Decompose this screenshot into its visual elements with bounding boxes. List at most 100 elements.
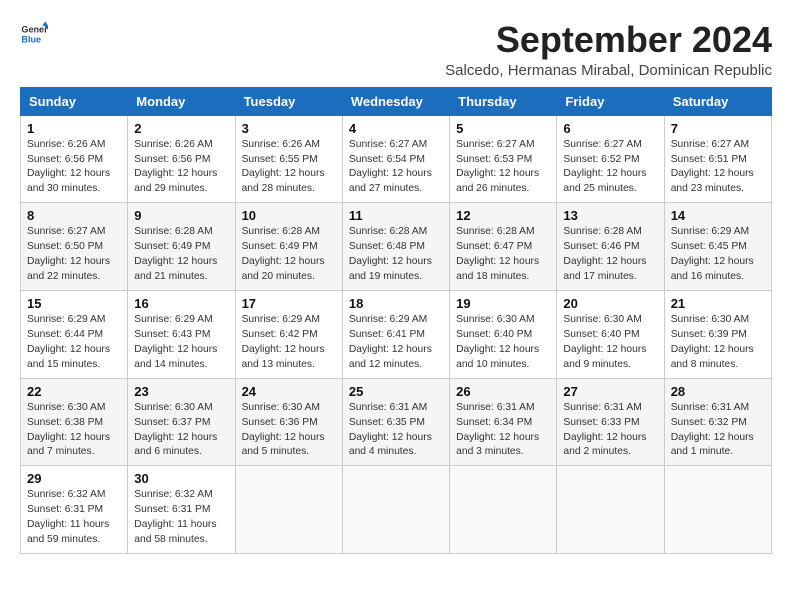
cell-info: Sunrise: 6:30 AM <box>563 313 657 328</box>
cell-info: Sunset: 6:56 PM <box>27 153 121 168</box>
cell-info: Sunset: 6:51 PM <box>671 153 765 168</box>
cell-info: Sunrise: 6:28 AM <box>242 225 336 240</box>
cell-info: Sunset: 6:41 PM <box>349 328 443 343</box>
cell-info: Daylight: 11 hours <box>134 518 228 533</box>
logo-icon: General Blue <box>20 20 48 48</box>
calendar-cell: 6Sunrise: 6:27 AMSunset: 6:52 PMDaylight… <box>557 115 664 203</box>
col-header-monday: Monday <box>128 87 235 115</box>
cell-info: and 28 minutes. <box>242 182 336 197</box>
cell-info: Daylight: 12 hours <box>27 343 121 358</box>
calendar-cell: 9Sunrise: 6:28 AMSunset: 6:49 PMDaylight… <box>128 203 235 291</box>
logo: General Blue <box>20 20 48 48</box>
cell-info: Sunrise: 6:26 AM <box>242 138 336 153</box>
cell-info: Sunset: 6:55 PM <box>242 153 336 168</box>
cell-info: Sunrise: 6:30 AM <box>456 313 550 328</box>
cell-info: Sunset: 6:54 PM <box>349 153 443 168</box>
cell-info: and 15 minutes. <box>27 358 121 373</box>
cell-info: Sunset: 6:45 PM <box>671 240 765 255</box>
day-number: 28 <box>671 384 765 399</box>
calendar-cell: 3Sunrise: 6:26 AMSunset: 6:55 PMDaylight… <box>235 115 342 203</box>
calendar-cell: 25Sunrise: 6:31 AMSunset: 6:35 PMDayligh… <box>342 378 449 466</box>
subtitle: Salcedo, Hermanas Mirabal, Dominican Rep… <box>445 62 772 79</box>
title-area: September 2024 Salcedo, Hermanas Mirabal… <box>445 20 772 79</box>
calendar-cell: 27Sunrise: 6:31 AMSunset: 6:33 PMDayligh… <box>557 378 664 466</box>
cell-info: Sunrise: 6:28 AM <box>456 225 550 240</box>
cell-info: Sunset: 6:44 PM <box>27 328 121 343</box>
col-header-thursday: Thursday <box>450 87 557 115</box>
calendar-cell: 22Sunrise: 6:30 AMSunset: 6:38 PMDayligh… <box>21 378 128 466</box>
cell-info: Sunrise: 6:27 AM <box>563 138 657 153</box>
calendar-cell: 17Sunrise: 6:29 AMSunset: 6:42 PMDayligh… <box>235 290 342 378</box>
day-number: 7 <box>671 121 765 136</box>
cell-info: Sunrise: 6:27 AM <box>456 138 550 153</box>
cell-info: and 29 minutes. <box>134 182 228 197</box>
calendar-cell: 28 Sunrise: 6:31 AMSunset: 6:32 PMDayligh… <box>664 378 771 466</box>
calendar-cell <box>450 466 557 554</box>
day-number: 3 <box>242 121 336 136</box>
calendar-cell: 15Sunrise: 6:29 AMSunset: 6:44 PMDayligh… <box>21 290 128 378</box>
day-number: 13 <box>563 208 657 223</box>
day-number: 29 <box>27 471 121 486</box>
cell-info: Sunset: 6:36 PM <box>242 416 336 431</box>
calendar-table: SundayMondayTuesdayWednesdayThursdayFrid… <box>20 87 772 554</box>
calendar-cell: 29Sunrise: 6:32 AMSunset: 6:31 PMDayligh… <box>21 466 128 554</box>
calendar-cell: 24Sunrise: 6:30 AMSunset: 6:36 PMDayligh… <box>235 378 342 466</box>
cell-info: Sunset: 6:39 PM <box>671 328 765 343</box>
calendar-cell: 19Sunrise: 6:30 AMSunset: 6:40 PMDayligh… <box>450 290 557 378</box>
cell-info: and 23 minutes. <box>671 182 765 197</box>
month-title: September 2024 <box>445 20 772 60</box>
day-number: 18 <box>349 296 443 311</box>
calendar-cell: 21Sunrise: 6:30 AMSunset: 6:39 PMDayligh… <box>664 290 771 378</box>
cell-info: Sunrise: 6:29 AM <box>242 313 336 328</box>
cell-info: and 16 minutes. <box>671 270 765 285</box>
cell-info: Daylight: 12 hours <box>134 431 228 446</box>
day-number: 22 <box>27 384 121 399</box>
cell-info: and 26 minutes. <box>456 182 550 197</box>
cell-info: Daylight: 12 hours <box>456 255 550 270</box>
cell-info: and 4 minutes. <box>349 445 443 460</box>
col-header-saturday: Saturday <box>664 87 771 115</box>
day-number: 16 <box>134 296 228 311</box>
day-number: 23 <box>134 384 228 399</box>
cell-info: Daylight: 11 hours <box>27 518 121 533</box>
cell-info: Sunset: 6:46 PM <box>563 240 657 255</box>
cell-info: Daylight: 12 hours <box>27 167 121 182</box>
cell-info: and 21 minutes. <box>134 270 228 285</box>
header: General Blue September 2024 Salcedo, Her… <box>20 20 772 79</box>
cell-info: Daylight: 12 hours <box>671 431 765 446</box>
week-row-5: 29Sunrise: 6:32 AMSunset: 6:31 PMDayligh… <box>21 466 772 554</box>
cell-info: Sunset: 6:32 PM <box>671 416 765 431</box>
cell-info: Sunset: 6:33 PM <box>563 416 657 431</box>
week-row-2: 8Sunrise: 6:27 AMSunset: 6:50 PMDaylight… <box>21 203 772 291</box>
cell-info: Daylight: 12 hours <box>27 431 121 446</box>
cell-info: Sunset: 6:31 PM <box>27 503 121 518</box>
cell-info: Daylight: 12 hours <box>242 431 336 446</box>
cell-info: Sunset: 6:38 PM <box>27 416 121 431</box>
cell-info: and 5 minutes. <box>242 445 336 460</box>
day-number: 14 <box>671 208 765 223</box>
cell-info: Daylight: 12 hours <box>456 431 550 446</box>
cell-info: and 7 minutes. <box>27 445 121 460</box>
cell-info: Sunrise: 6:31 AM <box>671 401 765 416</box>
col-header-tuesday: Tuesday <box>235 87 342 115</box>
day-number: 30 <box>134 471 228 486</box>
cell-info: Sunrise: 6:30 AM <box>242 401 336 416</box>
day-number: 1 <box>27 121 121 136</box>
day-number: 2 <box>134 121 228 136</box>
cell-info: and 6 minutes. <box>134 445 228 460</box>
calendar-cell: 30Sunrise: 6:32 AMSunset: 6:31 PMDayligh… <box>128 466 235 554</box>
cell-info: and 1 minute. <box>671 445 765 460</box>
cell-info: Sunrise: 6:27 AM <box>671 138 765 153</box>
calendar-cell: 20Sunrise: 6:30 AMSunset: 6:40 PMDayligh… <box>557 290 664 378</box>
cell-info: Sunrise: 6:29 AM <box>349 313 443 328</box>
cell-info: Daylight: 12 hours <box>242 343 336 358</box>
cell-info: Daylight: 12 hours <box>349 255 443 270</box>
cell-info: Sunrise: 6:31 AM <box>349 401 443 416</box>
day-number: 17 <box>242 296 336 311</box>
day-number: 6 <box>563 121 657 136</box>
calendar-cell <box>342 466 449 554</box>
day-number: 21 <box>671 296 765 311</box>
day-number: 26 <box>456 384 550 399</box>
cell-info: and 9 minutes. <box>563 358 657 373</box>
cell-info: Sunrise: 6:28 AM <box>134 225 228 240</box>
